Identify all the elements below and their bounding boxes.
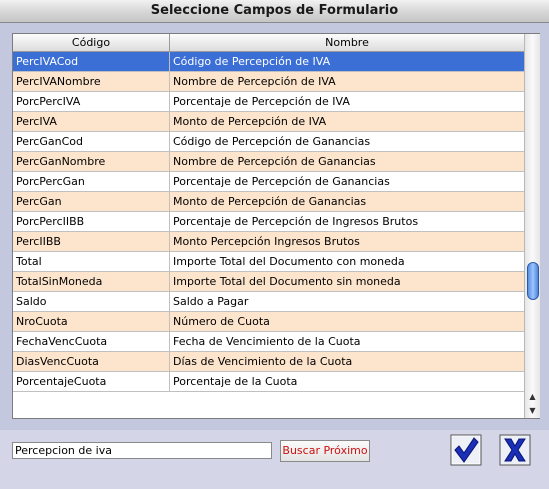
cell-nombre: Porcentaje de Percepción de IVA xyxy=(173,95,350,108)
cell-nombre: Nombre de Percepción de IVA xyxy=(173,75,336,88)
find-next-button[interactable]: Buscar Próximo xyxy=(280,440,370,462)
table-row[interactable]: TotalSinMoneda Importe Total del Document… xyxy=(13,272,524,292)
x-icon xyxy=(499,434,531,466)
table-row[interactable]: PercGan Monto de Percepción de Ganancias xyxy=(13,192,524,212)
bottom-bar: Buscar Próximo xyxy=(0,430,549,489)
scrollbar-thumb[interactable] xyxy=(527,262,539,300)
cell-codigo: NroCuota xyxy=(13,312,170,331)
cell-nombre: Monto Percepción Ingresos Brutos xyxy=(173,235,360,248)
table-row[interactable]: DiasVencCuota Días de Vencimiento de la C… xyxy=(13,352,524,372)
cell-codigo: TotalSinMoneda xyxy=(13,272,170,291)
cell-codigo: PercGan xyxy=(13,192,170,211)
table-row[interactable]: PercIVA Monto de Percepción de IVA xyxy=(13,112,524,132)
table-row[interactable]: Saldo Saldo a Pagar xyxy=(13,292,524,312)
cell-codigo: PercIIBB xyxy=(13,232,170,251)
table-body: PercIVACod Código de Percepción de IVA Per… xyxy=(13,52,524,418)
cell-nombre: Nombre de Percepción de Ganancias xyxy=(173,155,376,168)
cell-codigo: PercGanCod xyxy=(13,132,170,151)
search-input[interactable] xyxy=(12,442,272,459)
cell-codigo: DiasVencCuota xyxy=(13,352,170,371)
column-header-codigo[interactable]: Código xyxy=(13,34,170,51)
scroll-down-arrow-icon[interactable]: ▼ xyxy=(525,404,540,418)
table-row[interactable]: NroCuota Número de Cuota xyxy=(13,312,524,332)
main-panel: Código Nombre PercIVACod Código de Percep… xyxy=(0,23,549,430)
column-header-nombre[interactable]: Nombre xyxy=(170,34,524,51)
table-row[interactable]: PercGanCod Código de Percepción de Gananc… xyxy=(13,132,524,152)
cell-nombre: Importe Total del Documento con moneda xyxy=(173,255,405,268)
table-row[interactable]: PorcPercIVA Porcentaje de Percepción de I… xyxy=(13,92,524,112)
cell-nombre: Monto de Percepción de IVA xyxy=(173,115,327,128)
cell-codigo: Saldo xyxy=(13,292,170,311)
table-row[interactable]: PorcPercIIBB Porcentaje de Percepción de … xyxy=(13,212,524,232)
cell-nombre: Número de Cuota xyxy=(173,315,270,328)
cell-codigo: PorcPercIIBB xyxy=(13,212,170,231)
checkmark-icon xyxy=(450,434,482,466)
cell-codigo: PercIVACod xyxy=(13,52,170,71)
vertical-scrollbar[interactable]: ▲ ▼ xyxy=(524,34,540,418)
cell-codigo: PercGanNombre xyxy=(13,152,170,171)
table-header: Código Nombre xyxy=(13,34,524,52)
scroll-up-arrow-icon[interactable]: ▲ xyxy=(525,390,540,404)
cell-codigo: Total xyxy=(13,252,170,271)
cell-nombre: Código de Percepción de Ganancias xyxy=(173,135,371,148)
table-row[interactable]: PercIIBB Monto Percepción Ingresos Brutos xyxy=(13,232,524,252)
cancel-button[interactable] xyxy=(499,434,531,466)
cell-nombre: Saldo a Pagar xyxy=(173,295,249,308)
cell-codigo: PorcPercIVA xyxy=(13,92,170,111)
table-row[interactable]: PorcentajeCuota Porcentaje de la Cuota xyxy=(13,372,524,392)
table-row[interactable]: Total Importe Total del Documento con mon… xyxy=(13,252,524,272)
window-title: Seleccione Campos de Formulario xyxy=(0,0,549,23)
table-row[interactable]: PercGanNombre Nombre de Percepción de Gan… xyxy=(13,152,524,172)
cell-codigo: PorcentajeCuota xyxy=(13,372,170,391)
cell-nombre: Porcentaje de Percepción de Ganancias xyxy=(173,175,390,188)
cell-nombre: Porcentaje de la Cuota xyxy=(173,375,298,388)
cell-nombre: Fecha de Vencimiento de la Cuota xyxy=(173,335,361,348)
cell-codigo: PercIVANombre xyxy=(13,72,170,91)
fields-table: Código Nombre PercIVACod Código de Percep… xyxy=(12,33,540,419)
cell-nombre: Código de Percepción de IVA xyxy=(173,55,331,68)
table-row[interactable]: FechaVencCuota Fecha de Vencimiento de la… xyxy=(13,332,524,352)
cell-nombre: Porcentaje de Percepción de Ingresos Bru… xyxy=(173,215,419,228)
table-row[interactable]: PorcPercGan Porcentaje de Percepción de G… xyxy=(13,172,524,192)
cell-codigo: PercIVA xyxy=(13,112,170,131)
table-row[interactable]: PercIVACod Código de Percepción de IVA xyxy=(13,52,524,72)
table-row[interactable]: PercIVANombre Nombre de Percepción de IVA xyxy=(13,72,524,92)
cell-codigo: PorcPercGan xyxy=(13,172,170,191)
cell-nombre: Importe Total del Documento sin moneda xyxy=(173,275,401,288)
ok-button[interactable] xyxy=(450,434,482,466)
cell-nombre: Días de Vencimiento de la Cuota xyxy=(173,355,353,368)
cell-codigo: FechaVencCuota xyxy=(13,332,170,351)
cell-nombre: Monto de Percepción de Ganancias xyxy=(173,195,367,208)
